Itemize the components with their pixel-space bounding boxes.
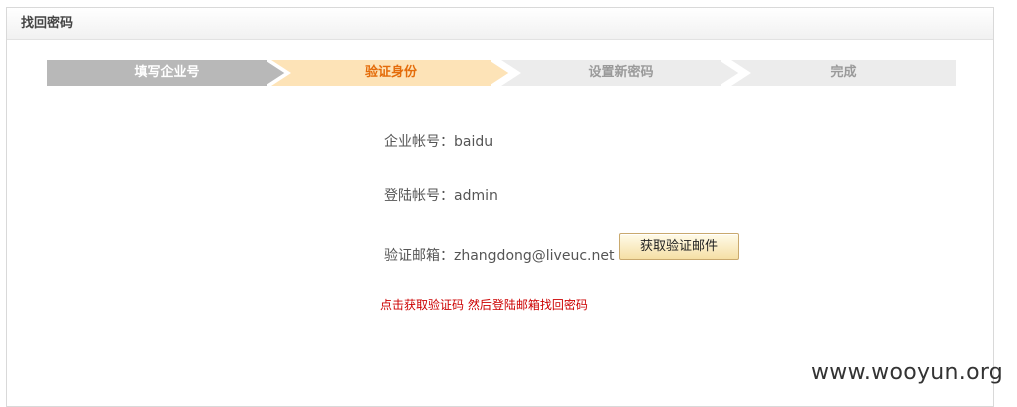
progress-steps: 填写企业号 验证身份 设置新密码 完成 [47,60,956,86]
panel-title: 找回密码 [7,8,993,40]
find-password-panel: 找回密码 填写企业号 验证身份 设置新密码 完成 [6,7,994,407]
step-label: 完成 [830,65,857,80]
get-verification-email-button[interactable]: 获取验证邮件 [619,233,739,260]
login-account-value: admin [454,188,498,204]
step-complete: 完成 [731,60,956,86]
company-account-label: 企业帐号： [384,134,454,150]
instruction-hint: 点击获取验证码 然后登陆邮箱找回密码 [380,298,588,312]
step-verify-identity: 验证身份 [271,60,511,86]
verify-email-row: 验证邮箱：zhangdong@liveuc.net [384,245,614,265]
login-account-row: 登陆帐号：admin [384,185,498,205]
step-label: 验证身份 [364,65,417,80]
company-account-row: 企业帐号：baidu [384,131,493,151]
step-separator-arrow [267,60,289,86]
verify-email-label: 验证邮箱： [384,248,454,264]
verify-email-value: zhangdong@liveuc.net [454,248,615,264]
step-separator-arrow [721,60,743,86]
watermark-text: www.wooyun.org [811,360,1004,385]
step-fill-company-id: 填写企业号 [47,60,287,86]
step-set-new-password: 设置新密码 [501,60,741,86]
login-account-label: 登陆帐号： [384,188,454,204]
step-label: 设置新密码 [588,65,654,80]
company-account-value: baidu [454,134,494,150]
step-label: 填写企业号 [134,65,200,80]
step-separator-arrow [491,60,513,86]
